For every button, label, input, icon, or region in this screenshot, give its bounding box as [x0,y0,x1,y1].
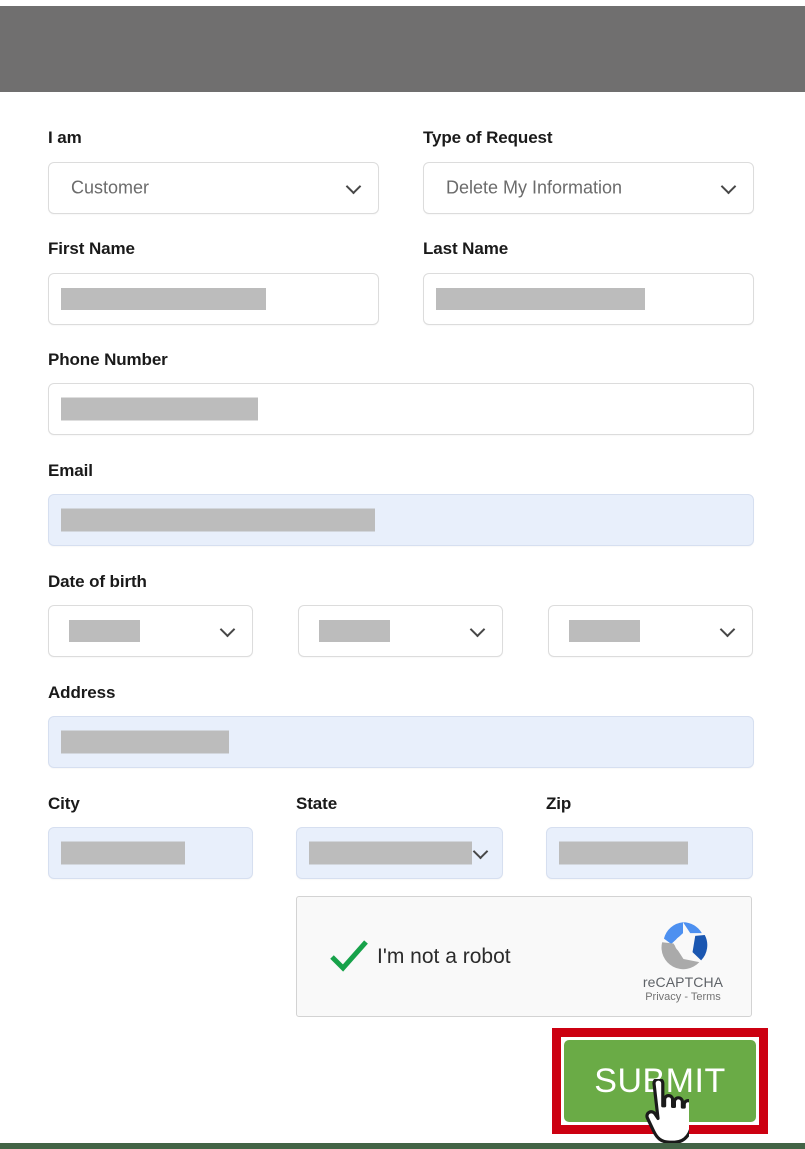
label-address: Address [48,683,116,702]
label-first-name: First Name [48,239,135,258]
label-city: City [48,794,80,813]
chevron-down-icon [471,623,485,637]
recaptcha-brand: reCAPTCHA Privacy - Terms [627,915,739,1003]
recaptcha-logo-icon [661,922,708,970]
input-last-name[interactable] [423,273,754,325]
label-phone-number: Phone Number [48,350,168,369]
redaction-bar [436,288,645,310]
select-dob-day[interactable] [298,605,503,657]
footer-strip [0,1143,805,1149]
redaction-bar [319,620,390,642]
recaptcha-brand-name: reCAPTCHA [642,974,724,990]
label-state: State [296,794,338,813]
redaction-bar [559,841,688,865]
select-dob-year[interactable] [548,605,753,657]
label-date-of-birth: Date of birth [48,572,147,591]
redaction-bar [69,620,140,642]
input-first-name[interactable] [48,273,379,325]
input-address[interactable] [48,716,754,768]
chevron-down-icon [221,623,235,637]
select-dob-month[interactable] [48,605,253,657]
label-email: Email [48,461,93,480]
chevron-down-icon [721,623,735,637]
recaptcha-privacy-terms[interactable]: Privacy - Terms [627,991,739,1003]
input-city[interactable] [48,827,253,879]
chevron-down-icon [722,180,736,194]
label-zip: Zip [546,794,572,813]
redaction-bar [61,397,258,421]
submit-button[interactable]: SUBMIT [564,1040,756,1122]
select-i-am[interactable]: Customer [48,162,379,214]
label-last-name: Last Name [423,239,509,258]
redaction-bar [61,508,375,532]
recaptcha-checkbox-label: I'm not a robot [377,944,511,968]
redaction-bar [61,730,229,754]
label-i-am: I am [48,128,82,147]
redaction-bar [61,288,266,310]
label-type-of-request: Type of Request [423,128,553,147]
recaptcha-widget[interactable]: I'm not a robot reCAPTCHA Privacy - Term… [296,896,752,1017]
select-state[interactable] [296,827,503,879]
redaction-bar [569,620,640,642]
chevron-down-icon [474,845,488,859]
input-zip[interactable] [546,827,753,879]
select-type-of-request-value: Delete My Information [446,177,623,198]
top-banner [0,6,805,92]
redaction-bar [309,841,472,865]
select-type-of-request[interactable]: Delete My Information [423,162,754,214]
select-i-am-value: Customer [71,177,150,198]
checkmark-icon [330,940,368,972]
redaction-bar [61,841,185,865]
input-email[interactable] [48,494,754,546]
input-phone-number[interactable] [48,383,754,435]
chevron-down-icon [347,180,361,194]
